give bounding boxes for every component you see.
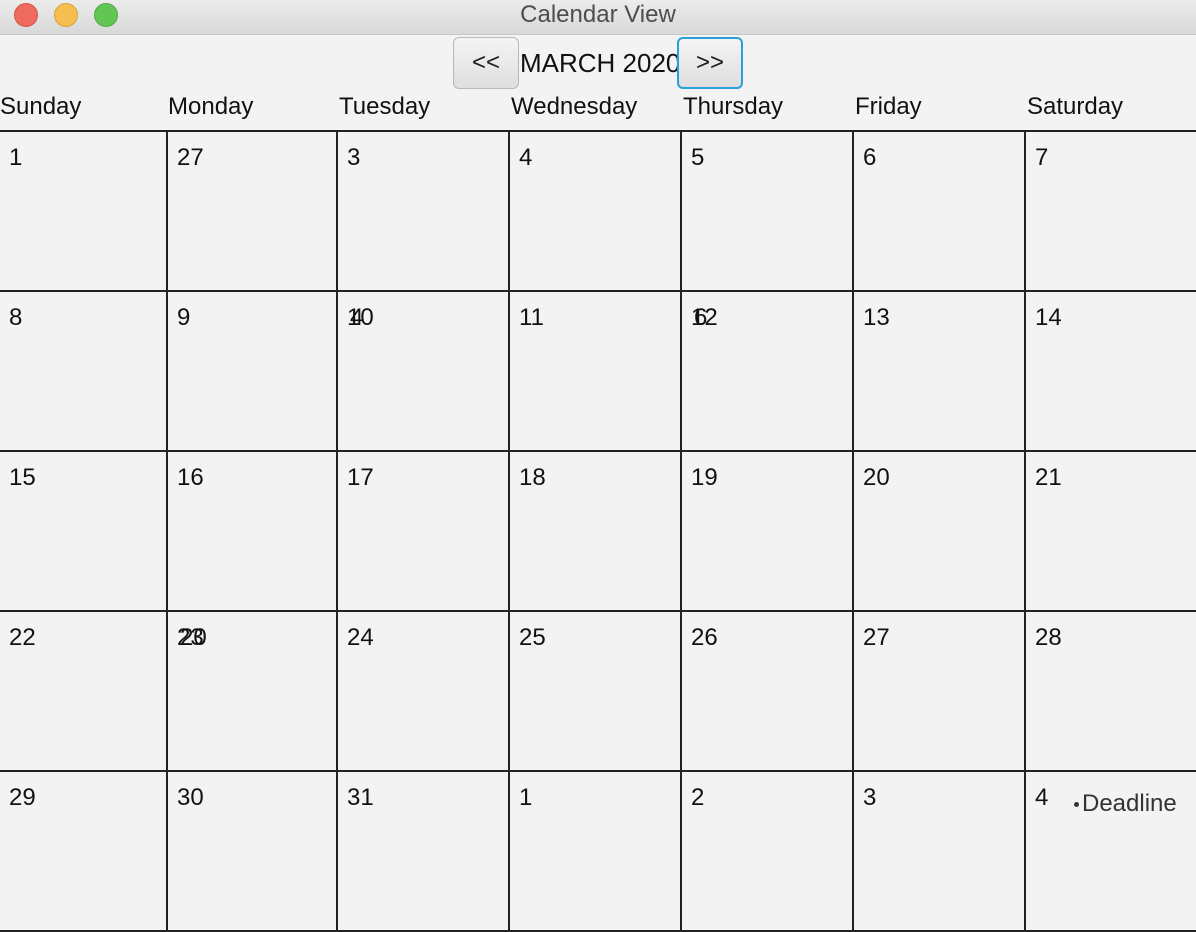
calendar-day-cell[interactable]: 1 <box>0 132 168 292</box>
day-number: 25 <box>519 624 546 651</box>
day-number-overlap: 4 <box>350 304 364 331</box>
calendar-day-cell[interactable]: 22 <box>0 612 168 772</box>
day-number: 21 <box>1035 464 1062 491</box>
calendar-day-cell[interactable]: 8 <box>0 292 168 452</box>
bullet-icon <box>1074 802 1079 808</box>
day-number: 6 <box>863 144 877 171</box>
calendar-day-cell[interactable]: 12 6 <box>682 292 854 452</box>
calendar-day-cell[interactable]: 11 <box>510 292 682 452</box>
day-number: 16 <box>177 464 204 491</box>
calendar-day-cell[interactable]: 10 4 <box>338 292 510 452</box>
event-label: Deadline <box>1082 790 1177 817</box>
calendar-day-cell[interactable]: 14 <box>1026 292 1196 452</box>
calendar-day-cell[interactable]: 15 <box>0 452 168 612</box>
day-number: 2 <box>691 784 705 811</box>
calendar-day-cell[interactable]: 27 <box>168 132 338 292</box>
calendar-day-cell[interactable]: 3 <box>854 772 1026 932</box>
calendar-day-cell[interactable]: 7 <box>1026 132 1196 292</box>
calendar-day-cell[interactable]: 29 <box>0 772 168 932</box>
calendar-day-cell[interactable]: 18 <box>510 452 682 612</box>
day-number: 7 <box>1035 144 1049 171</box>
calendar-day-cell[interactable]: 4 <box>510 132 682 292</box>
month-year-label: MARCH 2020 <box>520 48 681 78</box>
calendar-day-cell[interactable]: 21 <box>1026 452 1196 612</box>
day-number: 30 <box>177 784 204 811</box>
day-number: 17 <box>347 464 374 491</box>
weekday-header-thursday: Thursday <box>683 93 784 120</box>
day-number: 13 <box>863 304 890 331</box>
calendar-grid: 1 27 3 4 5 6 7 8 9 10 4 11 12 6 13 14 15 16 17 18 19 20 21 22 23… <box>0 130 1196 932</box>
calendar-day-cell[interactable]: 19 <box>682 452 854 612</box>
day-number: 14 <box>1035 304 1062 331</box>
weekday-header-wednesday: Wednesday <box>511 93 638 120</box>
day-number: 31 <box>347 784 374 811</box>
day-number: 22 <box>9 624 36 651</box>
day-number: 15 <box>9 464 36 491</box>
day-number: 4 <box>519 144 533 171</box>
weekday-header-friday: Friday <box>855 93 922 120</box>
day-number: 29 <box>9 784 36 811</box>
previous-month-button[interactable]: << <box>453 37 519 89</box>
calendar-day-cell[interactable]: 4 Deadline <box>1026 772 1196 932</box>
calendar-day-cell[interactable]: 26 <box>682 612 854 772</box>
calendar-day-cell[interactable]: 17 <box>338 452 510 612</box>
day-number: 1 <box>519 784 533 811</box>
day-number: 27 <box>863 624 890 651</box>
calendar-day-cell[interactable]: 2 <box>682 772 854 932</box>
day-number: 5 <box>691 144 705 171</box>
calendar-day-cell[interactable]: 24 <box>338 612 510 772</box>
day-number: 27 <box>177 144 204 171</box>
calendar-day-cell[interactable]: 27 <box>854 612 1026 772</box>
calendar-day-cell[interactable]: 30 <box>168 772 338 932</box>
day-number: 20 <box>863 464 890 491</box>
weekday-header-tuesday: Tuesday <box>339 93 431 120</box>
day-number: 8 <box>9 304 23 331</box>
day-number: 28 <box>1035 624 1062 651</box>
calendar-window: Calendar View << MARCH 2020 >> Sunday Mon… <box>0 0 1196 932</box>
calendar-day-cell[interactable]: 13 <box>854 292 1026 452</box>
weekday-header-monday: Monday <box>168 93 254 120</box>
calendar-day-cell[interactable]: 3 <box>338 132 510 292</box>
day-number: 1 <box>9 144 23 171</box>
day-number: 11 <box>519 304 544 331</box>
day-number-overlap: 6 <box>694 304 708 331</box>
next-month-button[interactable]: >> <box>677 37 743 89</box>
weekday-header-saturday: Saturday <box>1027 93 1124 120</box>
day-number-overlap: 20 <box>180 624 207 651</box>
title-bar: Calendar View <box>0 0 1196 35</box>
day-number: 3 <box>347 144 361 171</box>
calendar-day-cell[interactable]: 5 <box>682 132 854 292</box>
window-title: Calendar View <box>520 1 676 28</box>
calendar-day-cell[interactable]: 1 <box>510 772 682 932</box>
day-number: 9 <box>177 304 191 331</box>
calendar-day-cell[interactable]: 28 <box>1026 612 1196 772</box>
calendar-day-cell[interactable]: 16 <box>168 452 338 612</box>
calendar-day-cell[interactable]: 20 <box>854 452 1026 612</box>
day-number: 19 <box>691 464 718 491</box>
calendar-day-cell[interactable]: 9 <box>168 292 338 452</box>
day-number: 4 <box>1035 784 1049 811</box>
calendar-day-cell[interactable]: 25 <box>510 612 682 772</box>
day-number: 18 <box>519 464 546 491</box>
calendar-day-cell[interactable]: 23 20 <box>168 612 338 772</box>
day-number: 3 <box>863 784 877 811</box>
calendar-day-cell[interactable]: 6 <box>854 132 1026 292</box>
day-number: 26 <box>691 624 718 651</box>
day-number: 24 <box>347 624 374 651</box>
weekday-header-sunday: Sunday <box>0 93 82 120</box>
event-item[interactable]: Deadline <box>1074 790 1177 818</box>
calendar-day-cell[interactable]: 31 <box>338 772 510 932</box>
